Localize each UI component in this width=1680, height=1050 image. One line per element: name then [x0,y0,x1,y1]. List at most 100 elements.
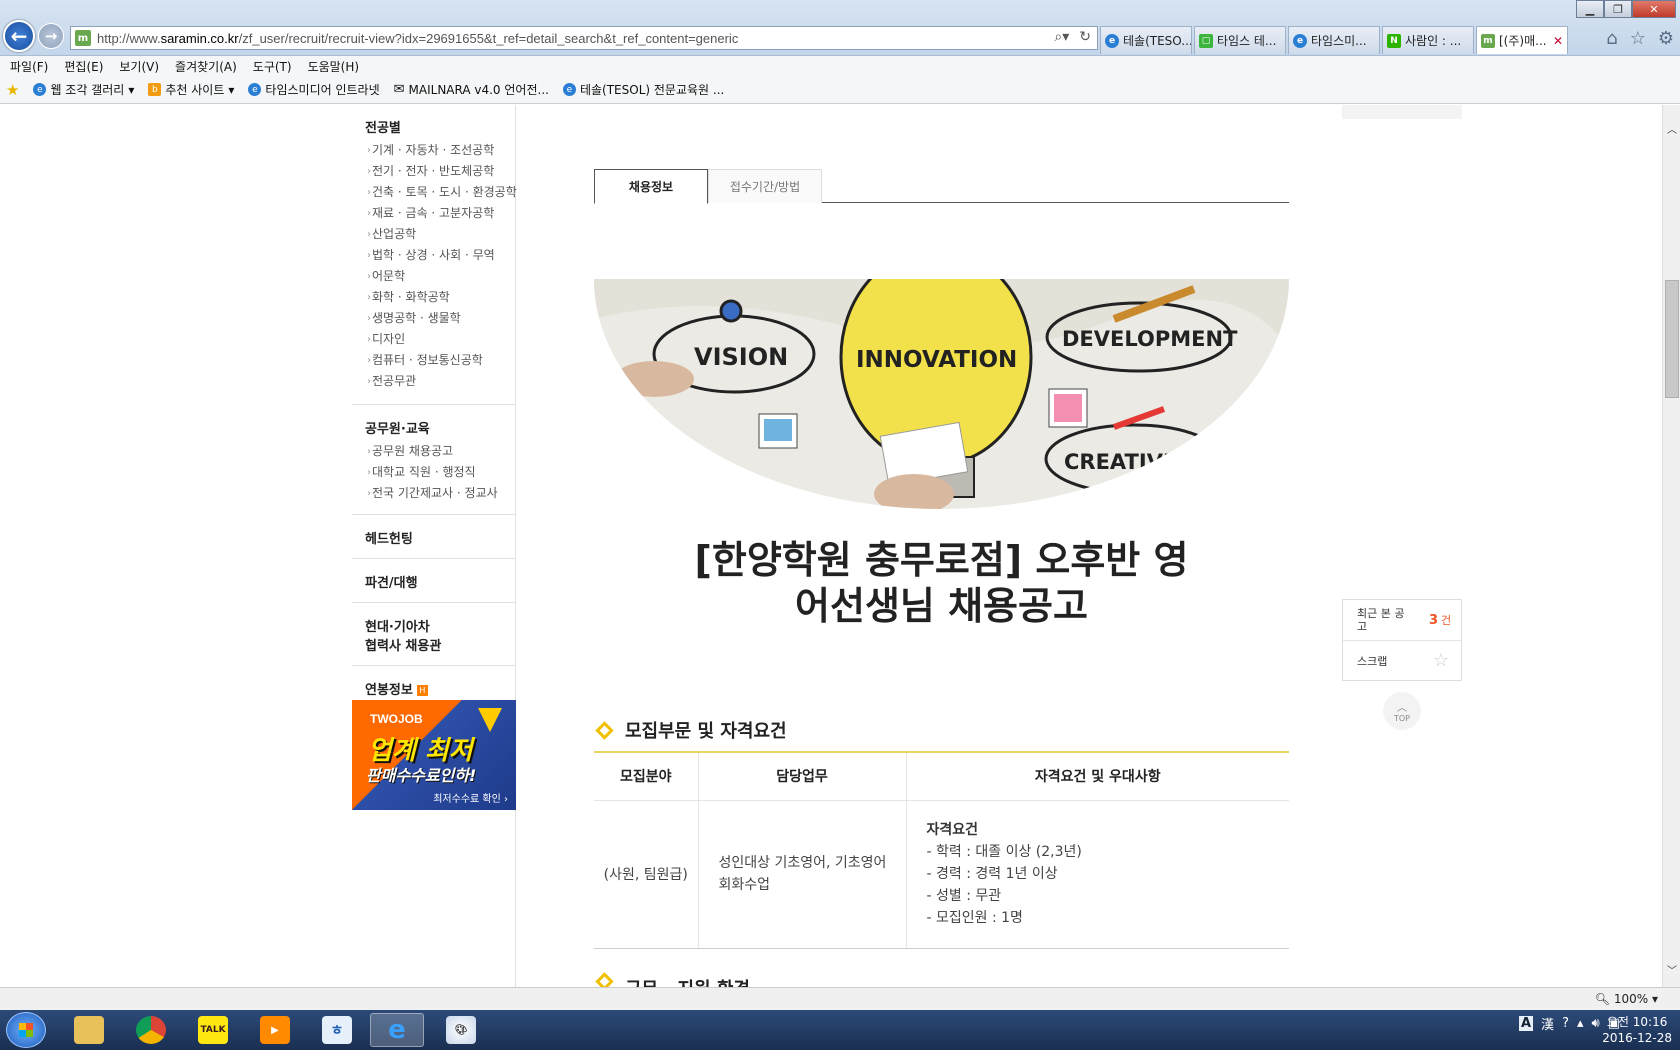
naver-icon: N [1387,33,1401,48]
taskbar-chrome[interactable] [124,1013,178,1047]
saramin-icon: m [1481,33,1495,48]
vertical-scrollbar[interactable]: ︿ ﹀ [1662,105,1680,987]
clock-date: 2016-12-28 [1602,1031,1672,1045]
sidebar-hyundai[interactable]: 현대·기아차 협력사 채용관 [352,602,515,665]
bing-icon: b [148,83,162,96]
scrollbar-thumb[interactable] [1665,280,1679,398]
sidebar-item[interactable]: 어문학 [352,266,515,287]
sidebar-item[interactable]: 법학 · 상경 · 사회 · 무역 [352,245,515,266]
scroll-down-arrow-icon[interactable]: ﹀ [1663,962,1680,977]
favorite-link[interactable]: b 추천 사이트 ▾ [148,81,234,98]
taskbar-paint[interactable]: 🎨︎ [434,1013,488,1047]
sidebar-item[interactable]: 화학 · 화학공학 [352,287,515,308]
address-bar[interactable]: m http://www.saramin.co.kr/zf_user/recru… [70,26,1098,50]
volume-icon[interactable]: 🔊︎ [1592,1016,1600,1031]
settings-gear-icon[interactable]: ⚙ [1658,28,1674,49]
menu-file[interactable]: 파일(F) [10,58,48,75]
forward-button[interactable]: → [38,23,64,49]
next-section-title: 근무 · 지원 환경 [625,975,750,987]
star-icon[interactable]: ☆ [1433,650,1449,671]
tray-expand-icon[interactable]: ▴ [1577,1016,1584,1031]
ad-arrow-icon [478,708,502,732]
menu-favorites[interactable]: 즐겨찾기(A) [175,58,237,75]
sidebar-item[interactable]: 컴퓨터 · 정보통신공학 [352,350,515,371]
clock[interactable]: 오전 10:16 2016-12-28 [1602,1014,1672,1046]
sidebar-item[interactable]: 전국 기간제교사 · 정교사 [352,483,515,504]
sidebar-item[interactable]: 공무원 채용공고 [352,441,515,462]
sidebar-dispatch[interactable]: 파견/대행 [352,572,515,591]
title-line2: 어선생님 채용공고 [795,584,1088,628]
sidebar-item[interactable]: 건축 · 토목 · 도시 · 환경공학 [352,182,517,203]
browser-tab[interactable]: N 사람인 : ... [1382,26,1474,54]
menu-help[interactable]: 도움말(H) [308,58,360,75]
scroll-up-arrow-icon[interactable]: ︿ [1663,121,1680,136]
close-window-button[interactable]: ✕ [1632,0,1676,18]
browser-tab[interactable]: e 타임스미... [1288,26,1380,54]
sidebar-item[interactable]: 산업공학 [352,224,515,245]
sidebar-item[interactable]: 생명공학 · 생물학 [352,308,515,329]
sidebar-salary[interactable]: 연봉정보 [352,683,413,698]
title-line1: [한양학원 충무로점] 오후반 영 [694,538,1189,582]
zoom-control[interactable]: 🔍︎ 100% ▾ [1595,992,1658,1006]
sidebar-item[interactable]: 전공무관 [352,371,515,392]
favorite-link[interactable]: ✉ MAILNARA v4.0 언어전... [394,81,549,98]
scrap-label: 스크랩 [1357,654,1388,668]
window-controls: ▁ ❐ ✕ [1576,0,1676,18]
tab-application-period[interactable]: 접수기간/방법 [708,169,822,203]
minimize-button[interactable]: ▁ [1576,0,1604,18]
ad-subheadline: 판매수수료인하! [366,766,477,785]
qualification-item: - 모집인원 : 1명 [926,910,1023,926]
start-button[interactable] [6,1012,46,1048]
favorite-link[interactable]: e 테솔(TESOL) 전문교육원 ... [562,81,724,98]
hero-word-vision: VISION [694,343,788,371]
sidebar-item[interactable]: 기계 · 자동차 · 조선공학 [352,140,515,161]
page-viewport: 전공별 기계 · 자동차 · 조선공학 전기 · 전자 · 반도체공학 건축 ·… [0,105,1662,987]
url-text[interactable]: http://www.saramin.co.kr/zf_user/recruit… [97,31,738,46]
twojob-ad-banner[interactable]: TWOJOB 업계 최저 판매수수료인하! 최저수수료 확인 › [352,700,516,810]
table-row: (사원, 팀원급) 성인대상 기초영어, 기초영어 회화수업 자격요건 - 학력… [594,800,1289,949]
sidebar-item[interactable]: 재료 · 금속 · 고분자공학 [352,203,515,224]
scroll-top-button[interactable]: ︿ TOP [1383,692,1421,730]
taskbar-explorer[interactable] [62,1013,116,1047]
search-icon[interactable]: ⌕▾ [1054,29,1069,45]
recent-viewed-row[interactable]: 최근 본 공고 3 건 [1343,600,1461,640]
hyundai-line1: 현대·기아차 [365,620,430,635]
favorites-star-icon[interactable]: ★ [6,81,19,99]
restore-button[interactable]: ❐ [1604,0,1632,18]
taskbar-kakaotalk[interactable]: TALK [186,1013,240,1047]
th-duty: 담당업무 [698,752,907,801]
clock-time: 오전 10:16 [1606,1015,1668,1029]
ie-icon: e [1105,33,1119,48]
back-button[interactable]: ← [3,20,35,52]
tab-job-info[interactable]: 채용정보 [594,169,708,204]
sidebar-heading-gov[interactable]: 공무원·교육 [352,418,515,437]
scrap-row[interactable]: 스크랩 ☆ [1343,640,1461,680]
sidebar-item[interactable]: 대학교 직원 · 행정직 [352,462,515,483]
hanja-indicator[interactable]: 漢 [1541,1014,1554,1033]
hero-word-creativity: CREATIVITY [1064,450,1201,474]
browser-tab-active[interactable]: m [(주)매... ✕ [1476,26,1568,54]
kakaotalk-icon: TALK [198,1016,228,1044]
browser-tab[interactable]: e 테솔(TESO... [1100,26,1192,54]
saramin-favicon: m [75,30,91,46]
tab-close-icon[interactable]: ✕ [1553,34,1563,48]
sidebar-headhunting[interactable]: 헤드헌팅 [352,528,515,547]
favorite-link[interactable]: e 타임스미디어 인트라넷 [248,81,380,98]
menu-tools[interactable]: 도구(T) [253,58,292,75]
ime-language[interactable]: A [1518,1016,1534,1031]
favorite-link[interactable]: e웹 조각 갤러리 ▾ [33,81,134,98]
taskbar-internet-explorer[interactable]: e [370,1013,424,1047]
help-icon[interactable]: ? [1562,1016,1569,1031]
ad-link[interactable]: 최저수수료 확인 › [433,790,508,805]
sidebar-item[interactable]: 디자인 [352,329,515,350]
browser-tab[interactable]: ▢ 타임스 테... [1194,26,1286,54]
sidebar-item[interactable]: 전기 · 전자 · 반도체공학 [352,161,515,182]
table-header-row: 모집분야 담당업무 자격요건 및 우대사항 [594,752,1289,801]
refresh-icon[interactable]: ↻ [1079,29,1091,45]
taskbar-hwp[interactable]: ㅎ [310,1013,364,1047]
menu-view[interactable]: 보기(V) [119,58,159,75]
taskbar-media-player[interactable]: ▶ [248,1013,302,1047]
menu-edit[interactable]: 편집(E) [64,58,103,75]
home-icon[interactable]: ⌂ [1606,28,1617,49]
favorites-star-icon[interactable]: ☆ [1630,28,1646,49]
